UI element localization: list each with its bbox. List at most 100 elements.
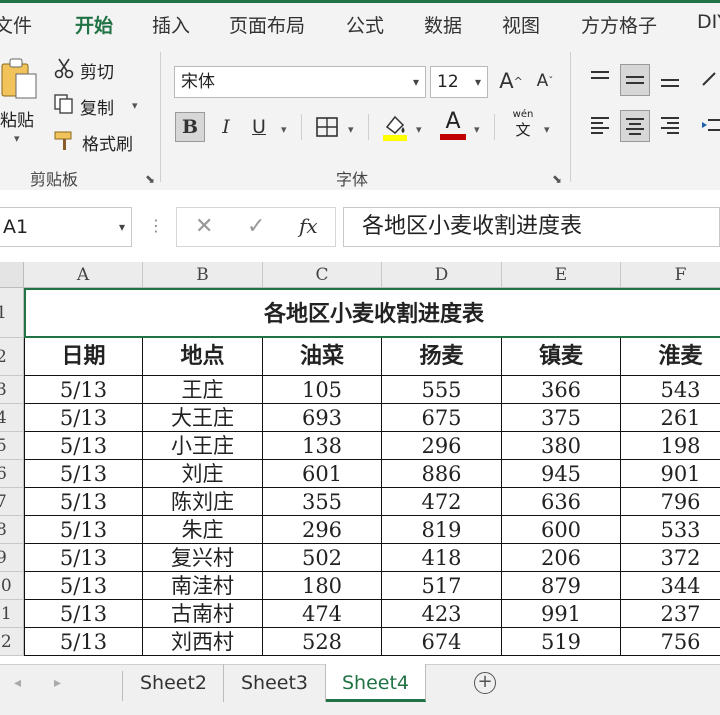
row-header[interactable]: 5 [0, 432, 24, 460]
table-cell[interactable]: 819 [382, 516, 502, 544]
tab-diy[interactable]: DIY [697, 11, 720, 33]
align-top-icon[interactable] [586, 64, 614, 94]
table-cell[interactable]: 大王庄 [143, 404, 263, 432]
tab-home[interactable]: 开始 [75, 11, 114, 47]
table-header-cell[interactable]: 地点 [143, 338, 263, 376]
table-cell[interactable]: 296 [382, 432, 502, 460]
row-header[interactable]: 4 [0, 404, 24, 432]
formula-input[interactable]: 各地区小麦收割进度表 [343, 207, 720, 247]
indent-icon[interactable] [700, 110, 720, 140]
table-cell[interactable]: 502 [263, 544, 382, 572]
table-cell[interactable]: 5/13 [24, 572, 143, 600]
table-cell[interactable]: 复兴村 [143, 544, 263, 572]
table-cell[interactable]: 555 [382, 376, 502, 404]
copy-button[interactable]: 复制 [80, 94, 114, 119]
table-cell[interactable]: 674 [382, 628, 502, 656]
table-cell[interactable]: 474 [263, 600, 382, 628]
tab-data[interactable]: 数据 [424, 11, 462, 38]
row-header[interactable]: 1 [0, 288, 24, 338]
select-all-corner[interactable] [0, 262, 24, 288]
chevron-down-icon[interactable]: ▾ [474, 123, 480, 136]
table-cell[interactable]: 陈刘庄 [143, 488, 263, 516]
shrink-font-button[interactable]: Aˇ [530, 66, 560, 96]
table-cell[interactable]: 5/13 [24, 376, 143, 404]
table-cell[interactable]: 5/13 [24, 628, 143, 656]
table-cell[interactable]: 180 [263, 572, 382, 600]
table-cell[interactable]: 355 [263, 488, 382, 516]
tab-fangfang[interactable]: 方方格子 [581, 11, 657, 38]
tab-page-layout[interactable]: 页面布局 [229, 11, 305, 38]
table-cell[interactable]: 533 [621, 516, 720, 544]
table-cell[interactable]: 刘庄 [143, 460, 263, 488]
table-cell[interactable]: 5/13 [24, 404, 143, 432]
table-cell[interactable]: 693 [263, 404, 382, 432]
align-right-icon[interactable] [656, 110, 684, 140]
align-left-icon[interactable] [586, 110, 614, 140]
tab-formulas[interactable]: 公式 [346, 11, 384, 38]
column-header[interactable]: E [502, 262, 621, 288]
add-sheet-icon[interactable]: + [474, 672, 496, 694]
cancel-icon[interactable]: ✕ [195, 214, 213, 239]
border-icon[interactable] [313, 114, 341, 140]
column-header[interactable]: D [382, 262, 502, 288]
align-center-icon[interactable] [620, 110, 650, 142]
table-cell[interactable]: 886 [382, 460, 502, 488]
dialog-launcher-icon[interactable]: ⬊ [552, 172, 562, 186]
row-header[interactable]: 10 [0, 572, 24, 600]
table-cell[interactable]: 296 [263, 516, 382, 544]
cut-button[interactable]: 剪切 [80, 58, 114, 83]
font-size-select[interactable]: 12 ▾ [430, 66, 488, 98]
table-cell[interactable]: 261 [621, 404, 720, 432]
table-cell[interactable]: 王庄 [143, 376, 263, 404]
more-options-icon[interactable]: ⋮ [148, 216, 164, 235]
table-cell[interactable]: 5/13 [24, 460, 143, 488]
table-header-cell[interactable]: 镇麦 [502, 338, 621, 376]
sheet-tab-sheet3[interactable]: Sheet3 [224, 664, 326, 702]
table-header-cell[interactable]: 日期 [24, 338, 143, 376]
table-cell[interactable]: 小王庄 [143, 432, 263, 460]
dialog-launcher-icon[interactable]: ⬊ [145, 172, 155, 186]
font-name-select[interactable]: 宋体 ▾ [174, 66, 426, 98]
table-cell[interactable]: 198 [621, 432, 720, 460]
font-color-icon[interactable]: A [438, 108, 468, 142]
table-cell[interactable]: 901 [621, 460, 720, 488]
table-cell[interactable]: 879 [502, 572, 621, 600]
row-header[interactable]: 3 [0, 376, 24, 404]
table-cell[interactable]: 朱庄 [143, 516, 263, 544]
italic-button[interactable]: I [211, 112, 241, 142]
table-cell[interactable]: 5/13 [24, 544, 143, 572]
table-cell[interactable]: 601 [263, 460, 382, 488]
paste-icon[interactable] [0, 56, 40, 100]
fill-color-icon[interactable] [380, 110, 410, 142]
table-cell[interactable]: 600 [502, 516, 621, 544]
bold-button[interactable]: B [175, 112, 205, 142]
column-header[interactable]: C [263, 262, 382, 288]
row-header[interactable]: 8 [0, 516, 24, 544]
table-cell[interactable]: 366 [502, 376, 621, 404]
chevron-down-icon[interactable]: ▾ [416, 123, 422, 136]
tab-file[interactable]: 文件 [0, 11, 32, 38]
table-cell[interactable]: 5/13 [24, 488, 143, 516]
scroll-left-icon[interactable]: ◂ [14, 675, 21, 691]
table-cell[interactable]: 237 [621, 600, 720, 628]
table-cell[interactable]: 5/13 [24, 516, 143, 544]
table-cell[interactable]: 138 [263, 432, 382, 460]
table-cell[interactable]: 206 [502, 544, 621, 572]
underline-button[interactable]: U [244, 112, 274, 142]
format-painter-button[interactable]: 格式刷 [82, 130, 133, 155]
name-box[interactable]: A1 ▾ [0, 207, 132, 247]
table-cell[interactable]: 418 [382, 544, 502, 572]
enter-icon[interactable]: ✓ [247, 214, 265, 239]
table-cell[interactable]: 古南村 [143, 600, 263, 628]
column-header[interactable]: A [24, 262, 143, 288]
sheet-tab-sheet4[interactable]: Sheet4 [326, 664, 426, 702]
table-cell[interactable]: 528 [263, 628, 382, 656]
align-bottom-icon[interactable] [656, 64, 684, 94]
table-cell[interactable]: 675 [382, 404, 502, 432]
chevron-down-icon[interactable]: ▾ [544, 123, 550, 136]
table-cell[interactable]: 372 [621, 544, 720, 572]
table-cell[interactable]: 945 [502, 460, 621, 488]
table-cell[interactable]: 刘西村 [143, 628, 263, 656]
chevron-down-icon[interactable]: ▾ [348, 123, 354, 136]
table-cell[interactable]: 5/13 [24, 600, 143, 628]
